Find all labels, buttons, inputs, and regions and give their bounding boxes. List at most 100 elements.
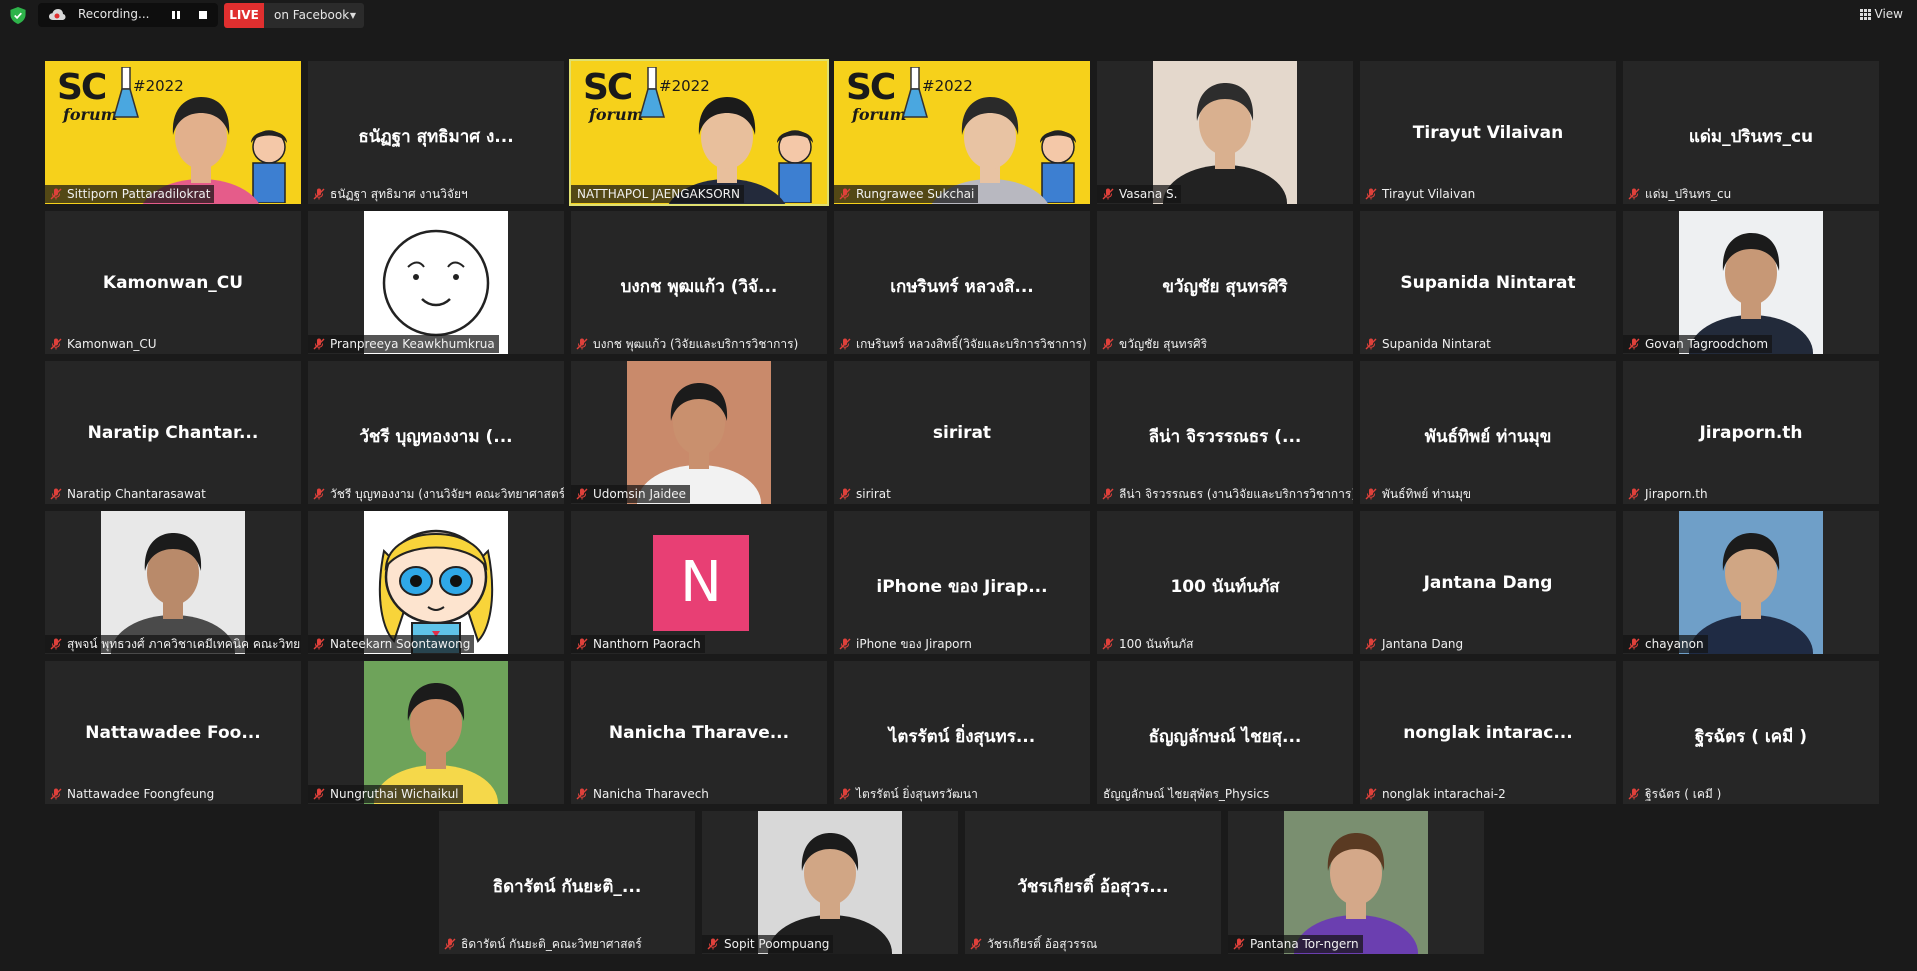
participant-tile[interactable]: Udomsin Jaidee [571,361,827,504]
participant-tile[interactable]: พันธ์ทิพย์ ท่านมุข พันธ์ทิพย์ ท่านมุข [1360,361,1616,504]
participant-name-label: Nungruthai Wichaikul [330,787,459,801]
participant-name-tag: ไตรรัตน์ ยิ่งสุนทรวัฒนา [834,785,982,803]
participant-tile[interactable]: chayanon [1623,511,1879,654]
participant-tile[interactable]: ขวัญชัย สุนทรศิริ ขวัญชัย สุนทรศิริ [1097,211,1353,354]
muted-mic-icon [1102,638,1114,650]
participant-tile[interactable]: แด่ม_ปรินทร_cu แด่ม_ปรินทร_cu [1623,61,1879,204]
participant-video [101,511,245,654]
participant-tile[interactable]: Tirayut Vilaivan Tirayut Vilaivan [1360,61,1616,204]
sc-forum-banner: SC forum #2022 [834,61,1090,204]
caret-down-icon: ▼ [349,11,356,20]
participant-tile[interactable]: Jiraporn.th Jiraporn.th [1623,361,1879,504]
participant-name-label: ธัญญลักษณ์ ไชยสุพัตร_Physics [1103,787,1270,801]
banner-sub: forum [589,105,644,124]
live-stream-target-dropdown[interactable]: on Facebook ▼ [264,3,364,28]
participant-name-label: Tirayut Vilaivan [1382,187,1476,201]
participant-name-label: สุพจน์ พุทธวงศ์ ภาควิชาเคมีเทคนิค คณะวิท… [67,637,301,651]
participant-tile[interactable]: Pantana Tor-ngern [1228,811,1484,954]
participant-tile[interactable]: SC forum #2022 NATTHAPOL JAENGAKSORN [569,59,829,206]
participant-figure [1689,233,1813,354]
view-button[interactable]: View [1859,7,1903,23]
participant-name-tag: Rungrawee Sukchai [834,185,979,203]
participant-tile[interactable]: N Nanthorn Paorach [571,511,827,654]
participant-tile[interactable]: ธนัฏฐา สุทธิมาศ ง... ธนัฏฐา สุทธิมาศ งานว… [308,61,564,204]
participant-tile[interactable]: Sopit Poompuang [702,811,958,954]
muted-mic-icon [707,938,719,950]
participant-display-name: Nanicha Tharave... [608,723,790,743]
participant-tile[interactable]: 100 นันท์นภัส 100 นันท์นภัส [1097,511,1353,654]
participant-tile[interactable]: Jantana Dang Jantana Dang [1360,511,1616,654]
participant-tile[interactable]: Govan Tagroodchom [1623,211,1879,354]
participant-video [1679,211,1823,354]
participant-figure [637,383,761,504]
participant-tile[interactable]: บงกช พุฒแก้ว (วิจั... บงกช พุฒแก้ว (วิจัย… [571,211,827,354]
participant-display-name: nonglak intarac... [1403,723,1573,743]
participant-name-label: iPhone ของ Jiraporn [856,637,972,651]
participant-tile[interactable]: SC forum #2022 Sittiporn Pattaradilokrat [45,61,301,204]
muted-mic-icon [1102,188,1114,200]
smiley-drawing-icon [382,229,490,337]
participant-avatar: N [653,535,749,631]
participant-tile[interactable]: สุพจน์ พุทธวงศ์ ภาควิชาเคมีเทคนิค คณะวิท… [45,511,301,654]
participant-tile[interactable]: Pranpreeya Keawkhumkrua [308,211,564,354]
participant-tile[interactable]: ธิดารัตน์ กันยะติ_... ธิดารัตน์ กันยะติ_ค… [439,811,695,954]
muted-mic-icon [313,788,325,800]
participant-name-label: sirirat [856,487,891,501]
participant-tile[interactable]: Nanicha Tharave... Nanicha Tharavech [571,661,827,804]
live-badge: LIVE [224,3,264,28]
participant-name-label: NATTHAPOL JAENGAKSORN [577,187,740,201]
participant-video [627,361,771,504]
participant-name-label: ฐิรฉัตร ( เคมี ) [1645,787,1722,801]
participant-name-tag: Nungruthai Wichaikul [308,785,463,803]
stop-recording-button[interactable] [194,6,212,24]
security-shield-icon[interactable] [10,7,26,24]
participant-name-tag: Nattawadee Foongfeung [45,785,218,803]
participant-tile[interactable]: เกษรินทร์ หลวงสิ... เกษรินทร์ หลวงสิทธิ์(… [834,211,1090,354]
participant-name-label: Sittiporn Pattaradilokrat [67,187,211,201]
participant-name-tag: iPhone ของ Jiraporn [834,635,976,653]
participant-name-tag: ขวัญชัย สุนทรศิริ [1097,335,1211,353]
participant-tile[interactable]: Vasana S. [1097,61,1353,204]
participant-name-tag: Nanthorn Paorach [571,635,705,653]
participant-display-name: วัชรี บุญทองงาม (... [359,427,513,447]
participant-name-label: Naratip Chantarasawat [67,487,206,501]
participant-name-tag: ธิดารัตน์ กันยะติ_คณะวิทยาศาสตร์ [439,935,646,953]
banner-sub: forum [852,105,907,124]
muted-mic-icon [1365,488,1377,500]
participant-tile[interactable]: ไตรรัตน์ ยิ่งสุนทร... ไตรรัตน์ ยิ่งสุนทรว… [834,661,1090,804]
participant-name-label: Nanicha Tharavech [593,787,709,801]
participant-tile[interactable]: iPhone ของ Jirap... iPhone ของ Jiraporn [834,511,1090,654]
banner-brand: SC [846,67,896,108]
participant-tile[interactable]: ลีน่า จิรวรรณธร (... ลีน่า จิรวรรณธร (งาน… [1097,361,1353,504]
participant-name-tag: ลีน่า จิรวรรณธร (งานวิจัยและบริการวิชากา… [1097,485,1353,503]
participant-tile[interactable]: Nateekarn Soontawong [308,511,564,654]
participant-display-name: ลีน่า จิรวรรณธร (... [1148,427,1302,447]
participant-name-tag: สุพจน์ พุทธวงศ์ ภาควิชาเคมีเทคนิค คณะวิท… [45,635,301,653]
participant-tile[interactable]: วัชรี บุญทองงาม (... วัชรี บุญทองงาม (งาน… [308,361,564,504]
participant-tile[interactable]: ฐิรฉัตร ( เคมี ) ฐิรฉัตร ( เคมี ) [1623,661,1879,804]
participant-display-name: พันธ์ทิพย์ ท่านมุข [1424,427,1552,447]
participant-video [1153,61,1297,204]
participant-display-name: ธิดารัตน์ กันยะติ_... [492,877,642,897]
participant-display-name: Jiraporn.th [1699,423,1803,443]
participant-tile[interactable]: วัชรเกียรติ์ อ้อสุวร... วัชรเกียรติ์ อ้อส… [965,811,1221,954]
participant-tile[interactable]: Kamonwan_CU Kamonwan_CU [45,211,301,354]
participant-tile[interactable]: SC forum #2022 Rungrawee Sukchai [834,61,1090,204]
pause-recording-button[interactable] [167,6,185,24]
participant-tile[interactable]: Supanida Nintarat Supanida Nintarat [1360,211,1616,354]
muted-mic-icon [1628,488,1640,500]
participant-name-label: chayanon [1645,637,1704,651]
muted-mic-icon [313,188,325,200]
muted-mic-icon [313,638,325,650]
participant-tile[interactable]: sirirat sirirat [834,361,1090,504]
participant-display-name: Jantana Dang [1423,573,1553,593]
participant-tile[interactable]: ธัญญลักษณ์ ไชยสุ... ธัญญลักษณ์ ไชยสุพัตร_… [1097,661,1353,804]
participant-tile[interactable]: Nattawadee Foo... Nattawadee Foongfeung [45,661,301,804]
participant-tile[interactable]: Nungruthai Wichaikul [308,661,564,804]
participant-name-tag: ธนัฏฐา สุทธิมาศ งานวิจัยฯ [308,185,472,203]
participant-tile[interactable]: nonglak intarac... nonglak intarachai-2 [1360,661,1616,804]
participant-display-name: sirirat [932,423,992,443]
participant-tile[interactable]: Naratip Chantar... Naratip Chantarasawat [45,361,301,504]
participant-name-tag: NATTHAPOL JAENGAKSORN [571,185,744,203]
stream-target-label: on Facebook [274,8,350,22]
